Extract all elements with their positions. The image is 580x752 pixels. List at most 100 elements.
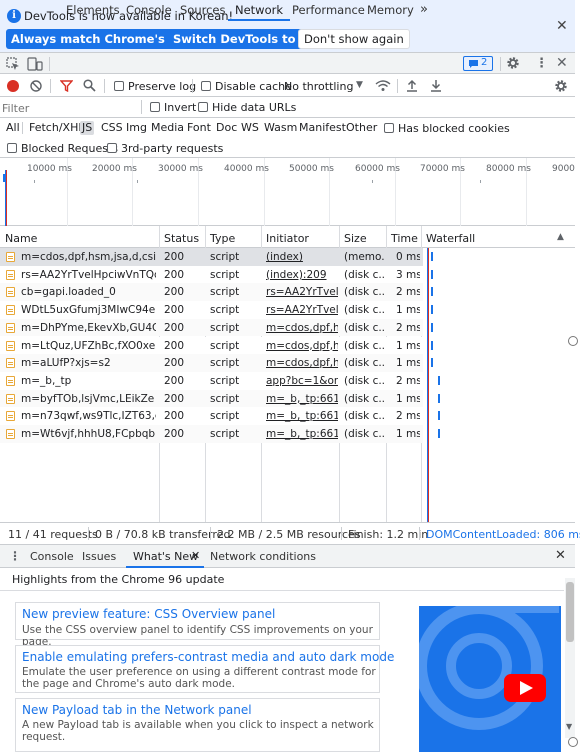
request-initiator-link[interactable]: (index):209: [266, 269, 338, 281]
table-row[interactable]: m=byfTOb,lsjVmc,LEikZe 200 script m=_b,_…: [0, 389, 423, 408]
request-initiator-link[interactable]: m=_b,_tp:661: [266, 428, 338, 440]
table-row[interactable]: m=Wt6vjf,hhhU8,FCpbqb,W... 200 script m=…: [0, 425, 423, 443]
table-row[interactable]: m=aLUfP?xjs=s2 200 script m=cdos,dpf,h..…: [0, 354, 423, 372]
table-row[interactable]: m=cdos,dpf,hsm,jsa,d,csi 200 script (ind…: [0, 248, 423, 266]
column-header-size[interactable]: Size: [344, 232, 367, 245]
disable-cache-checkbox[interactable]: [201, 81, 211, 91]
tab-sources[interactable]: Sources: [180, 0, 226, 21]
resize-handle[interactable]: [568, 737, 578, 747]
drawer-menu-icon[interactable]: ⋮: [9, 549, 21, 563]
scrollbar-thumb[interactable]: [566, 582, 574, 642]
export-har-download-icon[interactable]: [430, 79, 442, 92]
column-header-type[interactable]: Type: [210, 232, 235, 245]
third-party-requests-checkbox[interactable]: [107, 143, 117, 153]
filter-type-manifest[interactable]: Manifest: [297, 121, 348, 135]
resize-handle[interactable]: [568, 336, 578, 346]
table-row[interactable]: m=_b,_tp 200 script app?bc=1&or... (disk…: [0, 371, 423, 390]
request-time: 1 ms: [396, 357, 420, 370]
tab-performance[interactable]: Performance: [292, 0, 365, 21]
column-header-name[interactable]: Name: [5, 232, 37, 245]
filter-type-font[interactable]: Font: [185, 121, 213, 135]
card-title-link[interactable]: New preview feature: CSS Overview panel: [22, 607, 275, 621]
dont-show-again-button[interactable]: Don't show again: [298, 29, 410, 49]
infobar-close-icon[interactable]: ✕: [556, 18, 568, 34]
filter-funnel-icon[interactable]: [60, 80, 73, 92]
has-blocked-cookies-checkbox[interactable]: [384, 123, 394, 133]
issues-counter-button[interactable]: 2: [463, 56, 493, 71]
filter-type-css[interactable]: CSS: [99, 121, 125, 135]
overview-load-marker: [6, 170, 7, 226]
column-header-initiator[interactable]: Initiator: [266, 232, 309, 245]
filter-type-ws[interactable]: WS: [239, 121, 261, 135]
card-title-link[interactable]: Enable emulating prefers-contrast media …: [22, 650, 394, 664]
request-initiator-link[interactable]: rs=AA2YrTvel...: [266, 304, 338, 316]
whats-new-card[interactable]: New Payload tab in the Network panel A n…: [15, 698, 380, 752]
card-title-link[interactable]: New Payload tab in the Network panel: [22, 703, 252, 717]
preserve-log-checkbox[interactable]: [114, 81, 124, 91]
filter-type-all[interactable]: All: [4, 121, 22, 135]
request-name: m=Wt6vjf,hhhU8,FCpbqb,W...: [21, 428, 156, 440]
drawer-tab-issues[interactable]: Issues: [82, 550, 116, 563]
filter-type-doc[interactable]: Doc: [214, 121, 239, 135]
request-initiator-link[interactable]: app?bc=1&or...: [266, 375, 338, 387]
whats-new-video-thumbnail[interactable]: [419, 606, 561, 752]
whats-new-card[interactable]: New preview feature: CSS Overview panel …: [15, 602, 380, 648]
chevron-down-icon[interactable]: ▼: [356, 80, 363, 90]
script-file-icon: [6, 358, 15, 369]
filter-type-js[interactable]: JS: [80, 121, 95, 135]
request-initiator-link[interactable]: (index): [266, 251, 338, 263]
table-row[interactable]: WDtL5uxGfumj3MIwC94eiC... 200 script rs=…: [0, 301, 423, 319]
tab-console[interactable]: Console: [126, 0, 172, 21]
filter-type-wasm[interactable]: Wasm: [262, 121, 299, 135]
inspect-element-icon[interactable]: [6, 57, 20, 71]
network-conditions-wifi-icon[interactable]: [375, 79, 391, 92]
filter-input[interactable]: [2, 100, 140, 116]
invert-checkbox[interactable]: [150, 102, 160, 112]
scroll-down-arrow-icon[interactable]: ▼: [566, 722, 572, 731]
close-tab-icon[interactable]: ✕: [191, 549, 200, 562]
table-row[interactable]: m=n73qwf,ws9Tlc,IZT63,e5q... 200 script …: [0, 407, 423, 425]
waterfall-area[interactable]: [422, 248, 575, 522]
blocked-requests-checkbox[interactable]: [7, 143, 17, 153]
record-icon[interactable]: [7, 80, 19, 92]
request-initiator-link[interactable]: m=cdos,dpf,h...: [266, 340, 338, 352]
whats-new-card[interactable]: Enable emulating prefers-contrast media …: [15, 645, 394, 693]
table-row[interactable]: m=DhPYme,EkevXb,GU4Gab,... 200 script m=…: [0, 318, 423, 337]
throttling-select[interactable]: No throttling: [284, 80, 353, 93]
drawer-tab-console[interactable]: Console: [30, 550, 74, 563]
tab-network[interactable]: Network: [228, 0, 291, 21]
table-row[interactable]: m=LtQuz,UFZhBc,fXO0xe,kQ... 200 script m…: [0, 336, 423, 355]
column-header-time[interactable]: Time: [391, 232, 418, 245]
search-icon[interactable]: [83, 79, 96, 92]
customize-menu-icon[interactable]: ⋮: [535, 56, 548, 71]
sort-ascending-icon[interactable]: ▲: [557, 232, 564, 242]
close-devtools-icon[interactable]: ✕: [556, 55, 568, 71]
filter-type-fetch-xhr[interactable]: Fetch/XHR: [27, 121, 88, 135]
panel-scrollbar[interactable]: [565, 578, 575, 738]
request-type: script: [210, 321, 240, 334]
request-initiator-link[interactable]: m=cdos,dpf,h...: [266, 322, 338, 334]
more-tabs-chevron-icon[interactable]: »: [420, 0, 428, 21]
close-drawer-icon[interactable]: ✕: [555, 548, 566, 563]
request-initiator-link[interactable]: rs=AA2YrTvel...: [266, 286, 338, 298]
request-initiator-link[interactable]: m=cdos,dpf,h...: [266, 357, 338, 369]
device-toolbar-icon[interactable]: [27, 57, 43, 71]
table-row[interactable]: cb=gapi.loaded_0 200 script rs=AA2YrTvel…: [0, 283, 423, 302]
hide-data-urls-checkbox[interactable]: [198, 102, 208, 112]
filter-type-other[interactable]: Other: [344, 121, 379, 135]
clear-icon[interactable]: [30, 80, 42, 92]
drawer-tab-whats-new[interactable]: What's New ✕: [126, 545, 204, 568]
drawer-tab-network-conditions[interactable]: Network conditions: [210, 550, 316, 563]
tab-memory[interactable]: Memory: [367, 0, 414, 21]
network-settings-gear-icon[interactable]: [554, 79, 568, 93]
table-row[interactable]: rs=AA2YrTvelHpciwVnTQdw... 200 script (i…: [0, 265, 423, 284]
column-header-waterfall[interactable]: Waterfall: [426, 232, 475, 245]
column-header-status[interactable]: Status: [164, 232, 199, 245]
request-initiator-link[interactable]: m=_b,_tp:661: [266, 410, 338, 422]
request-initiator-link[interactable]: m=_b,_tp:661: [266, 393, 338, 405]
tab-elements[interactable]: Elements: [66, 0, 120, 21]
filter-type-media[interactable]: Media: [149, 121, 186, 135]
filter-type-img[interactable]: Img: [124, 121, 149, 135]
import-har-upload-icon[interactable]: [406, 79, 418, 92]
settings-gear-icon[interactable]: [506, 56, 520, 70]
